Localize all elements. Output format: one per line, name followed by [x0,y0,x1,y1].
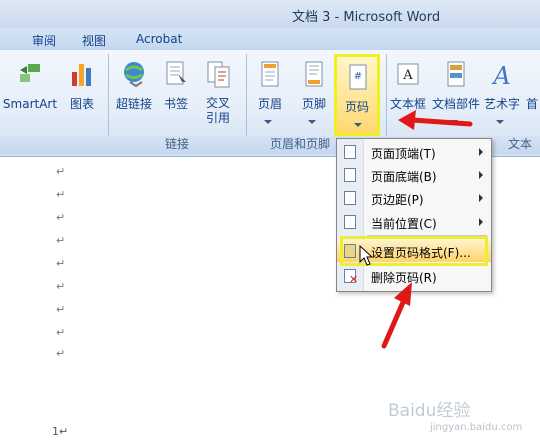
arrow-to-format-item [381,282,412,349]
mouse-cursor-icon [359,244,374,266]
watermark-url: jingyan.baidu.com [430,422,523,433]
watermark: Baidu经验 [388,401,471,421]
annotation-arrows [359,110,473,349]
arrow-to-page-number [398,110,473,130]
